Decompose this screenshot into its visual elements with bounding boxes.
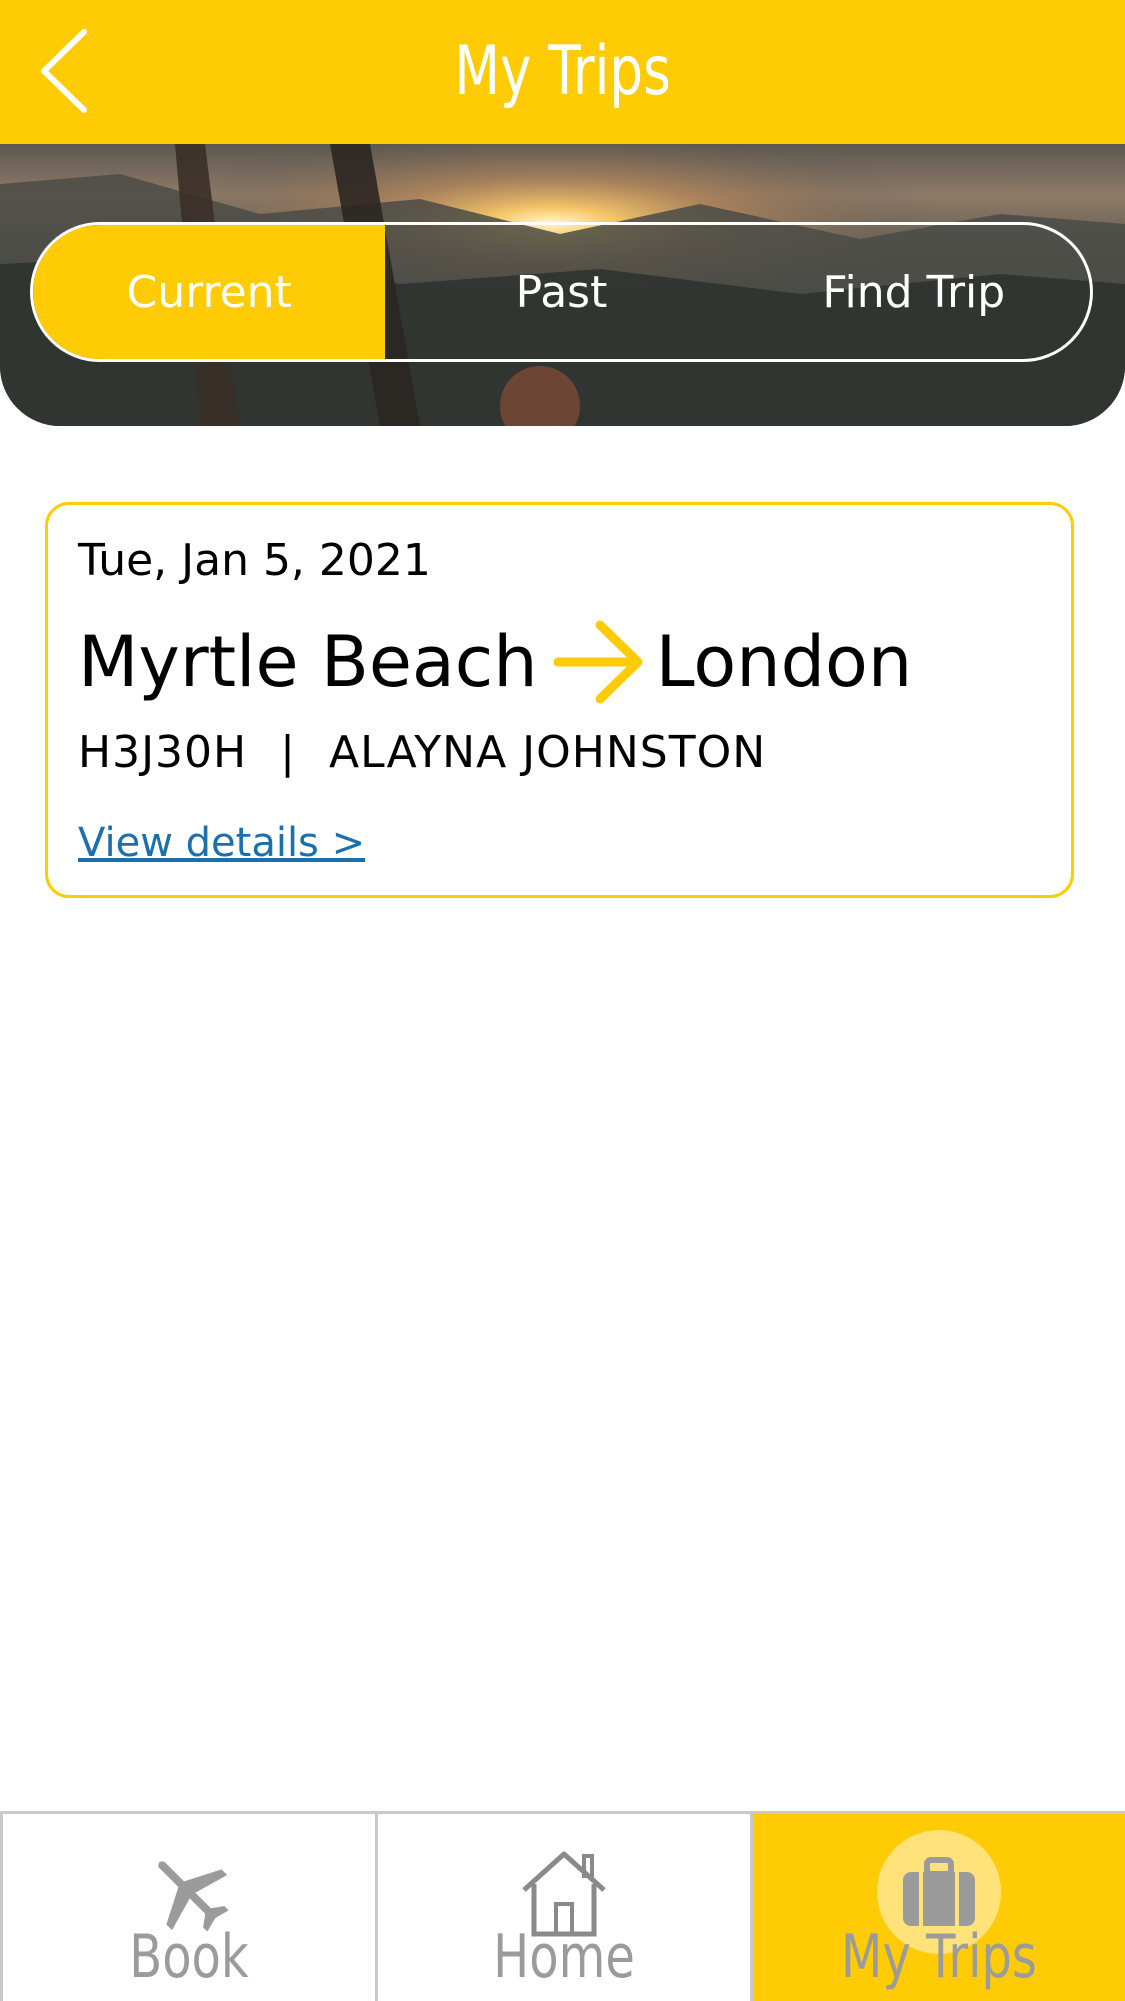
- page-title: My Trips: [454, 32, 671, 111]
- view-details-link[interactable]: View details >: [78, 820, 365, 866]
- suitcase-icon: [903, 1857, 975, 1926]
- segment-past[interactable]: Past: [385, 225, 737, 359]
- app-header: My Trips: [0, 0, 1125, 144]
- arrow-right-icon: [553, 620, 643, 704]
- tab-book[interactable]: Book: [0, 1814, 375, 2001]
- tab-label-home: Home: [493, 1922, 635, 1992]
- tab-label-book: Book: [129, 1922, 249, 1992]
- trip-meta: H3J30H | ALAYNA JOHNSTON: [78, 727, 766, 778]
- trip-route: Myrtle Beach London: [78, 617, 912, 707]
- segment-current[interactable]: Current: [33, 225, 386, 359]
- back-button[interactable]: [36, 26, 96, 116]
- origin-city: Myrtle Beach: [78, 621, 538, 703]
- tab-home[interactable]: Home: [375, 1814, 750, 2001]
- trip-date: Tue, Jan 5, 2021: [78, 535, 431, 586]
- trip-card[interactable]: Tue, Jan 5, 2021 Myrtle Beach London H3J…: [45, 502, 1074, 898]
- chevron-left-icon: [41, 29, 87, 113]
- tab-label-my-trips: My Trips: [841, 1922, 1037, 1992]
- bottom-tab-bar: Book Home My Trips: [0, 1811, 1125, 2001]
- meta-separator: |: [280, 727, 296, 778]
- confirmation-code: H3J30H: [78, 727, 248, 778]
- trip-filter-segmented-control: Current Past Find Trip: [30, 222, 1093, 362]
- segment-find-trip[interactable]: Find Trip: [738, 225, 1090, 359]
- tab-my-trips[interactable]: My Trips: [750, 1814, 1125, 2001]
- passenger-name: ALAYNA JOHNSTON: [328, 727, 767, 778]
- destination-city: London: [655, 621, 913, 703]
